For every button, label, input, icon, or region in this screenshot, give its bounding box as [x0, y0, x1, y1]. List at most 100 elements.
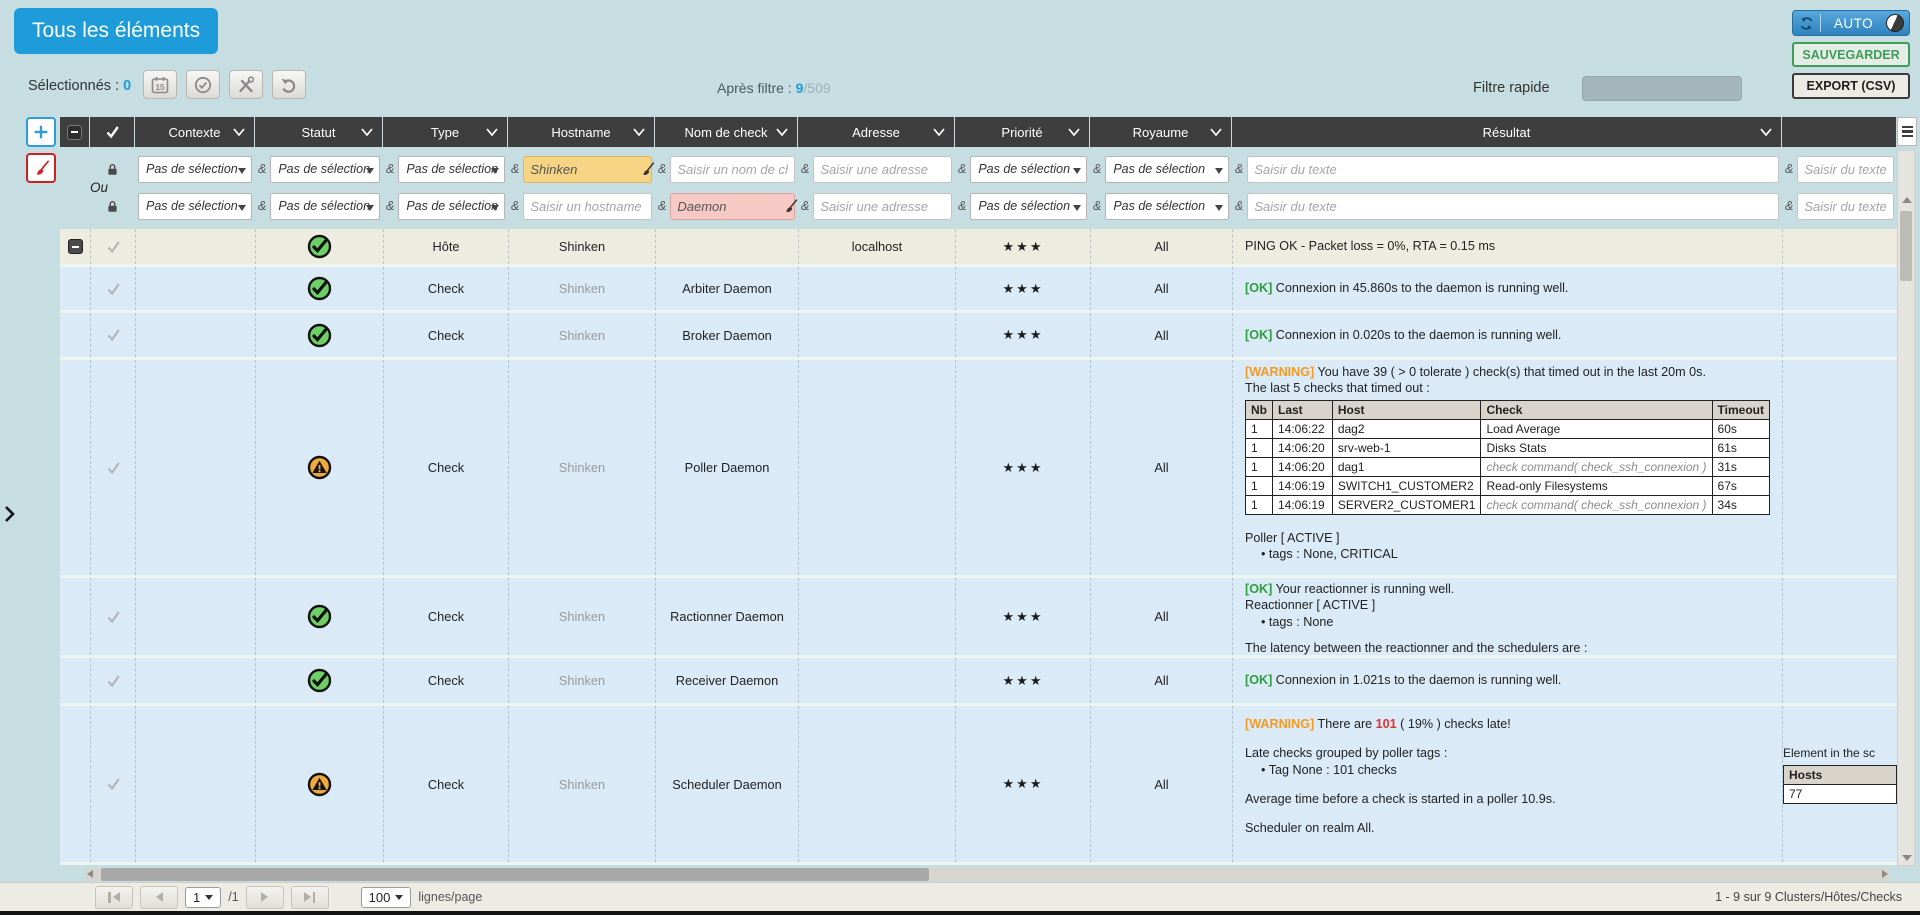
header-type[interactable]: Type [383, 117, 508, 147]
broom-icon[interactable] [639, 161, 656, 178]
table-row: 114:06:20 srv-web-1Disks Stats 61s [1246, 438, 1770, 457]
save-button[interactable]: SAUVEGARDER [1792, 42, 1910, 67]
export-csv-button[interactable]: EXPORT (CSV) [1792, 73, 1910, 99]
auto-refresh-button[interactable]: AUTO [1792, 10, 1910, 36]
first-page-button[interactable] [95, 886, 133, 909]
table-row-arbiter[interactable]: Check Shinken Arbiter Daemon ★★★ All [OK… [60, 267, 1897, 313]
hostname-filter-input[interactable] [523, 156, 652, 183]
vertical-scrollbar[interactable] [1897, 150, 1915, 866]
broom-icon[interactable] [782, 198, 799, 215]
vertical-scroll-thumb[interactable] [1900, 211, 1912, 281]
table-row-host[interactable]: Hôte Shinken localhost ★★★ All PING OK -… [60, 229, 1897, 267]
auto-label: AUTO [1826, 16, 1881, 31]
check-filter-input[interactable] [670, 156, 795, 183]
validate-button[interactable] [186, 70, 220, 99]
priority-select[interactable]: Pas de sélection [970, 156, 1087, 183]
column-menu-button[interactable] [1897, 117, 1917, 146]
chevron-down-icon[interactable] [361, 128, 373, 136]
table-row-broker[interactable]: Check Shinken Broker Daemon ★★★ All [OK]… [60, 313, 1897, 360]
selected-label: Sélectionnés : [28, 78, 119, 94]
scroll-down-arrow[interactable] [1902, 855, 1912, 861]
checkmark-icon[interactable] [106, 777, 121, 791]
chevron-down-icon[interactable] [933, 128, 945, 136]
header-collapse[interactable] [60, 117, 90, 147]
and-separator: & [1093, 199, 1101, 213]
priority-select[interactable]: Pas de sélection [970, 193, 1087, 220]
result-filter-input[interactable] [1247, 156, 1779, 183]
undo-button[interactable] [272, 70, 306, 99]
checkmark-icon[interactable] [106, 328, 121, 342]
address-cell: localhost [798, 229, 955, 264]
contexte-select[interactable]: Pas de sélection [138, 156, 252, 183]
next-page-button[interactable] [246, 886, 284, 909]
address-filter-input[interactable] [813, 156, 952, 183]
bottom-strip [0, 911, 1920, 915]
table-row-receiver[interactable]: Check Shinken Receiver Daemon ★★★ All [O… [60, 658, 1897, 706]
table-row-poller[interactable]: Check Shinken Poller Daemon ★★★ All [WAR… [60, 360, 1897, 578]
all-elements-button[interactable]: Tous les éléments [14, 8, 218, 54]
chevron-down-icon[interactable] [776, 128, 788, 136]
per-page-select[interactable]: 100 [361, 887, 412, 908]
collapse-icon[interactable] [68, 239, 83, 254]
expand-panel-chevron[interactable] [4, 505, 16, 528]
chevron-down-icon[interactable] [1210, 128, 1222, 136]
table-row-ractionner[interactable]: Check Shinken Ractionner Daemon ★★★ All … [60, 578, 1897, 658]
quick-filter-input[interactable] [1582, 76, 1742, 101]
header-select-all[interactable] [90, 117, 135, 147]
add-filter-button[interactable] [26, 117, 56, 147]
checkmark-icon[interactable] [106, 674, 121, 688]
horizontal-scrollbar[interactable] [85, 868, 1890, 881]
previous-page-button[interactable] [140, 886, 178, 909]
contexte-cell [135, 313, 255, 357]
type-select[interactable]: Pas de sélection [398, 156, 505, 183]
calendar-button[interactable]: 15 [143, 70, 177, 99]
hostname-cell: Shinken [508, 360, 655, 575]
header-contexte[interactable]: Contexte [135, 117, 255, 147]
header-statut[interactable]: Statut [255, 117, 383, 147]
check-filter-input[interactable] [670, 193, 795, 220]
chevron-down-icon[interactable] [1760, 128, 1772, 136]
hostname-cell: Shinken [508, 313, 655, 357]
scroll-right-arrow[interactable] [1882, 870, 1888, 878]
clear-filters-button[interactable] [26, 153, 56, 183]
type-select[interactable]: Pas de sélection [398, 193, 505, 220]
contexte-select[interactable]: Pas de sélection [138, 193, 252, 220]
checkmark-icon[interactable] [106, 240, 121, 254]
realm-select[interactable]: Pas de sélection [1105, 156, 1229, 183]
page-select[interactable]: 1 [185, 887, 221, 908]
last-page-button[interactable] [291, 886, 329, 909]
header-nom-de-check[interactable]: Nom de check [655, 117, 798, 147]
extra-filter-input[interactable] [1797, 156, 1894, 183]
scroll-left-arrow[interactable] [87, 870, 93, 878]
header-royaume[interactable]: Royaume [1090, 117, 1232, 147]
status-cell [255, 229, 383, 264]
tools-button[interactable] [229, 70, 263, 99]
result-filter-input[interactable] [1247, 193, 1779, 220]
checkmark-icon[interactable] [106, 461, 121, 475]
and-separator: & [801, 199, 809, 213]
header-priorite[interactable]: Priorité [955, 117, 1090, 147]
statut-select[interactable]: Pas de sélection [270, 156, 380, 183]
chevron-down-icon[interactable] [1068, 128, 1080, 136]
header-resultat[interactable]: Résultat [1232, 117, 1782, 147]
table-row-scheduler[interactable]: Check Shinken Scheduler Daemon ★★★ All [… [60, 706, 1897, 865]
extra-filter-input[interactable] [1797, 193, 1894, 220]
horizontal-scroll-thumb[interactable] [101, 868, 929, 881]
header-hostname[interactable]: Hostname [508, 117, 655, 147]
collapse-icon [67, 125, 82, 140]
chevron-down-icon[interactable] [486, 128, 498, 136]
header-adresse[interactable]: Adresse [798, 117, 955, 147]
chevron-down-icon[interactable] [633, 128, 645, 136]
checkmark-icon[interactable] [106, 282, 121, 296]
checkmark-icon[interactable] [106, 610, 121, 624]
hostname-filter-input[interactable] [523, 193, 652, 220]
left-rail [0, 117, 60, 183]
lock-icon [105, 199, 120, 214]
chevron-down-icon[interactable] [233, 128, 245, 136]
and-separator: & [258, 199, 266, 213]
address-filter-input[interactable] [813, 193, 952, 220]
statut-select[interactable]: Pas de sélection [270, 193, 380, 220]
realm-select[interactable]: Pas de sélection [1105, 193, 1229, 220]
scroll-up-arrow[interactable] [1902, 197, 1912, 203]
ok-tag: [OK] [1245, 328, 1272, 342]
